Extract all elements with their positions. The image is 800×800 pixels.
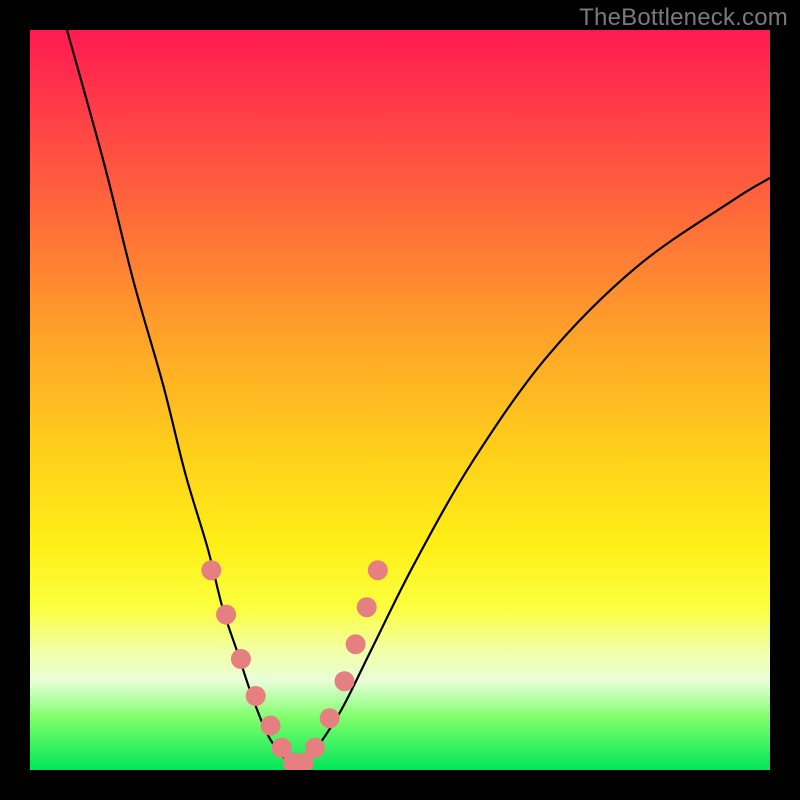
- fit-dot: [368, 560, 388, 580]
- chart-svg: [30, 30, 770, 770]
- plot-area: [30, 30, 770, 770]
- fit-dot: [216, 605, 236, 625]
- fit-dot: [231, 649, 251, 669]
- bottleneck-curve-path: [67, 30, 770, 766]
- fit-dot: [346, 634, 366, 654]
- fit-dots-group: [201, 560, 387, 770]
- fit-dot: [357, 597, 377, 617]
- watermark-text: TheBottleneck.com: [579, 4, 788, 32]
- fit-dot: [335, 671, 355, 691]
- fit-dot: [261, 716, 281, 736]
- fit-dot: [305, 738, 325, 758]
- fit-dot: [320, 708, 340, 728]
- fit-dot: [201, 560, 221, 580]
- chart-frame: TheBottleneck.com: [0, 0, 800, 800]
- fit-dot: [246, 686, 266, 706]
